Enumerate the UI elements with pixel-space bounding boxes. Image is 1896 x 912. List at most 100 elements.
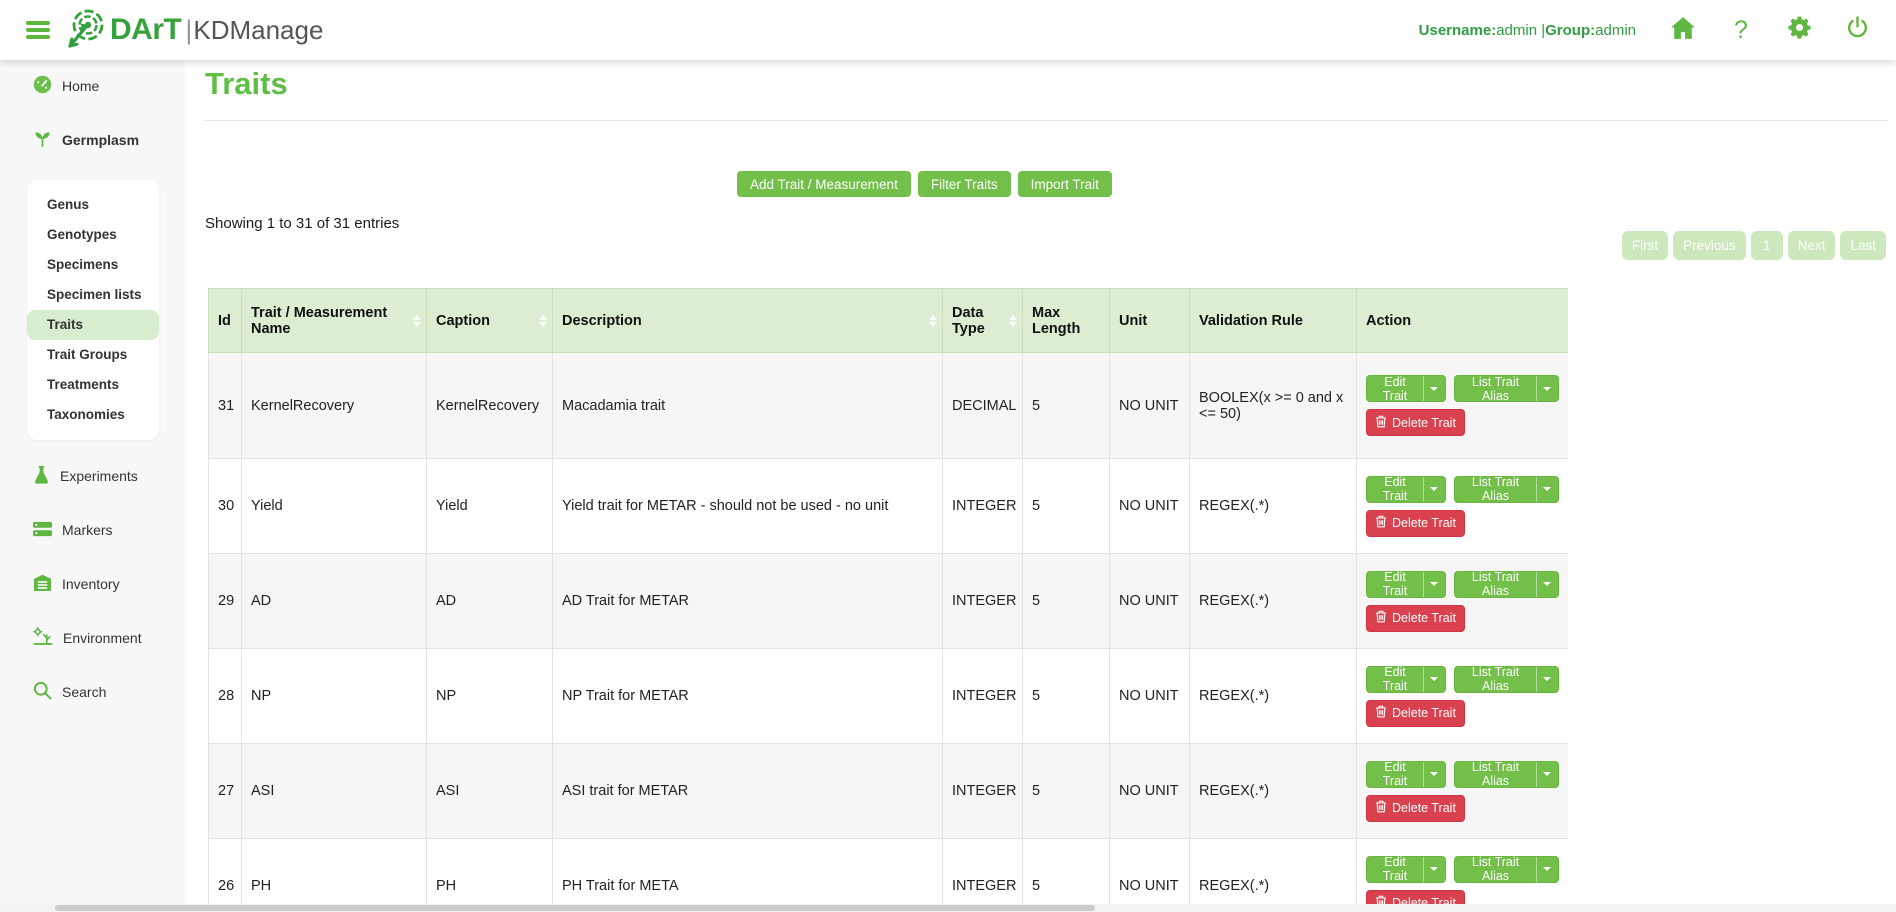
app-header: DArT | KDManage Username:admin |Group:ad… bbox=[0, 0, 1896, 60]
sidebar-item-treatments[interactable]: Treatments bbox=[27, 370, 159, 400]
sidebar-item-trait-groups[interactable]: Trait Groups bbox=[27, 340, 159, 370]
column-header-max-length[interactable]: Max Length bbox=[1023, 289, 1110, 353]
power-button[interactable] bbox=[1844, 17, 1870, 43]
trash-icon bbox=[1375, 800, 1387, 816]
pagination-previous-button[interactable]: Previous bbox=[1673, 231, 1746, 260]
column-header-unit[interactable]: Unit bbox=[1110, 289, 1190, 353]
sidebar-item-environment[interactable]: Environment bbox=[33, 624, 185, 652]
hamburger-icon bbox=[26, 21, 50, 25]
edit-trait-button[interactable]: Edit Trait bbox=[1366, 761, 1446, 788]
cell-caption: AD bbox=[427, 554, 553, 649]
cell-description: ASI trait for METAR bbox=[553, 744, 943, 839]
cell-action: Edit Trait List Trait Alias Delete Trait bbox=[1357, 744, 1569, 839]
brand-name: DArT bbox=[110, 13, 181, 47]
dropdown-caret-icon bbox=[1423, 857, 1438, 882]
column-header-action[interactable]: Action bbox=[1357, 289, 1569, 353]
list-trait-alias-button[interactable]: List Trait Alias bbox=[1454, 571, 1559, 598]
edit-trait-button[interactable]: Edit Trait bbox=[1366, 856, 1446, 883]
column-header-name[interactable]: Trait / Measurement Name bbox=[242, 289, 427, 353]
sidebar-item-specimen-lists[interactable]: Specimen lists bbox=[27, 280, 159, 310]
settings-button[interactable] bbox=[1786, 17, 1812, 43]
hamburger-menu-button[interactable] bbox=[26, 18, 50, 43]
cell-validation-rule: REGEX(.*) bbox=[1190, 839, 1357, 912]
sidebar-item-search[interactable]: Search bbox=[33, 678, 185, 706]
cell-name: KernelRecovery bbox=[242, 353, 427, 459]
column-header-id[interactable]: Id bbox=[209, 289, 242, 353]
table-row: 27 ASI ASI ASI trait for METAR INTEGER 5… bbox=[209, 744, 1569, 839]
cell-action: Edit Trait List Trait Alias Delete Trait bbox=[1357, 353, 1569, 459]
edit-trait-button[interactable]: Edit Trait bbox=[1366, 375, 1446, 402]
environment-icon bbox=[33, 627, 53, 649]
column-header-data-type[interactable]: Data Type bbox=[943, 289, 1023, 353]
edit-trait-button[interactable]: Edit Trait bbox=[1366, 476, 1446, 503]
home-button[interactable] bbox=[1670, 17, 1696, 43]
list-trait-alias-button[interactable]: List Trait Alias bbox=[1454, 856, 1559, 883]
brand-logo[interactable]: DArT | KDManage bbox=[66, 7, 323, 54]
dropdown-caret-icon bbox=[1536, 762, 1551, 787]
cell-unit: NO UNIT bbox=[1110, 744, 1190, 839]
page-title: Traits bbox=[205, 66, 288, 102]
brand-suffix: KDManage bbox=[193, 15, 323, 46]
cell-validation-rule: BOOLEX(x >= 0 and x <= 50) bbox=[1190, 353, 1357, 459]
cell-action: Edit Trait List Trait Alias Delete Trait bbox=[1357, 554, 1569, 649]
scrollbar-thumb[interactable] bbox=[55, 905, 1095, 911]
import-trait-button[interactable]: Import Trait bbox=[1018, 171, 1112, 197]
pagination-last-button[interactable]: Last bbox=[1840, 231, 1886, 260]
sidebar-item-germplasm[interactable]: Germplasm bbox=[33, 126, 185, 154]
sidebar-item-experiments[interactable]: Experiments bbox=[33, 462, 185, 490]
table-row: 26 PH PH PH Trait for META INTEGER 5 NO … bbox=[209, 839, 1569, 912]
delete-trait-button[interactable]: Delete Trait bbox=[1366, 795, 1465, 822]
list-trait-alias-button[interactable]: List Trait Alias bbox=[1454, 761, 1559, 788]
cell-description: NP Trait for METAR bbox=[553, 649, 943, 744]
pagination-next-button[interactable]: Next bbox=[1788, 231, 1836, 260]
cell-max-length: 5 bbox=[1023, 554, 1110, 649]
sort-arrows-icon bbox=[413, 315, 421, 327]
sidebar-item-home[interactable]: Home bbox=[33, 72, 185, 100]
gear-icon bbox=[1787, 15, 1812, 45]
list-trait-alias-button[interactable]: List Trait Alias bbox=[1454, 375, 1559, 402]
group-value: admin bbox=[1595, 22, 1636, 39]
delete-trait-button[interactable]: Delete Trait bbox=[1366, 409, 1465, 436]
username-value: admin bbox=[1496, 22, 1537, 39]
sidebar-item-genus[interactable]: Genus bbox=[27, 190, 159, 220]
edit-trait-button[interactable]: Edit Trait bbox=[1366, 666, 1446, 693]
sidebar-item-specimens[interactable]: Specimens bbox=[27, 250, 159, 280]
sidebar-item-markers[interactable]: Markers bbox=[33, 516, 185, 544]
pagination-page-1-button[interactable]: 1 bbox=[1751, 231, 1783, 260]
edit-trait-button[interactable]: Edit Trait bbox=[1366, 571, 1446, 598]
sidebar-item-label: Germplasm bbox=[62, 132, 139, 148]
dropdown-caret-icon bbox=[1423, 477, 1438, 502]
column-header-validation-rule[interactable]: Validation Rule bbox=[1190, 289, 1357, 353]
delete-trait-button[interactable]: Delete Trait bbox=[1366, 510, 1465, 537]
cell-validation-rule: REGEX(.*) bbox=[1190, 459, 1357, 554]
sidebar-item-genotypes[interactable]: Genotypes bbox=[27, 220, 159, 250]
table-row: 29 AD AD AD Trait for METAR INTEGER 5 NO… bbox=[209, 554, 1569, 649]
sidebar-item-inventory[interactable]: Inventory bbox=[33, 570, 185, 598]
delete-trait-button[interactable]: Delete Trait bbox=[1366, 605, 1465, 632]
cell-max-length: 5 bbox=[1023, 649, 1110, 744]
column-header-caption[interactable]: Caption bbox=[427, 289, 553, 353]
list-trait-alias-button[interactable]: List Trait Alias bbox=[1454, 666, 1559, 693]
cell-name: PH bbox=[242, 839, 427, 912]
add-trait-button[interactable]: Add Trait / Measurement bbox=[737, 171, 911, 197]
cell-caption: Yield bbox=[427, 459, 553, 554]
pagination-first-button[interactable]: First bbox=[1622, 231, 1668, 260]
filter-traits-button[interactable]: Filter Traits bbox=[918, 171, 1011, 197]
delete-trait-button[interactable]: Delete Trait bbox=[1366, 700, 1465, 727]
trash-icon bbox=[1375, 515, 1387, 531]
sidebar-item-taxonomies[interactable]: Taxonomies bbox=[27, 400, 159, 430]
cell-caption: PH bbox=[427, 839, 553, 912]
header-icons: ? bbox=[1670, 17, 1870, 43]
horizontal-scrollbar[interactable] bbox=[0, 904, 1896, 912]
cell-data-type: INTEGER bbox=[943, 744, 1023, 839]
question-mark-icon: ? bbox=[1734, 16, 1748, 45]
dropdown-caret-icon bbox=[1423, 572, 1438, 597]
help-button[interactable]: ? bbox=[1728, 17, 1754, 43]
list-trait-alias-button[interactable]: List Trait Alias bbox=[1454, 476, 1559, 503]
traits-table: Id Trait / Measurement Name Caption Desc… bbox=[208, 288, 1568, 912]
sidebar-item-label: Experiments bbox=[60, 468, 138, 484]
cell-description: AD Trait for METAR bbox=[553, 554, 943, 649]
sidebar-item-traits[interactable]: Traits bbox=[27, 310, 159, 340]
column-header-description[interactable]: Description bbox=[553, 289, 943, 353]
user-info: Username:admin |Group:admin bbox=[1419, 22, 1636, 39]
